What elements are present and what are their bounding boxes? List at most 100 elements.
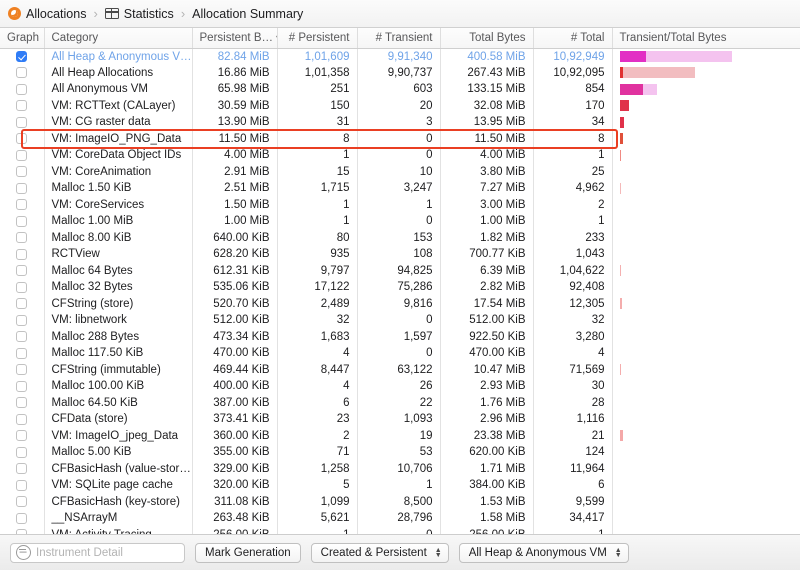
graph-checkbox[interactable] — [16, 413, 28, 425]
column-header-total-bytes[interactable]: Total Bytes — [440, 28, 534, 49]
graph-cell[interactable] — [0, 180, 45, 197]
graph-cell[interactable] — [0, 147, 45, 164]
graph-cell[interactable] — [0, 114, 45, 131]
column-header-total[interactable]: # Total — [533, 28, 613, 49]
graph-cell[interactable] — [0, 411, 45, 428]
table-row[interactable]: Malloc 1.00 MiB 1.00 MiB 1 0 1.00 MiB 1 — [0, 213, 800, 230]
graph-cell[interactable] — [0, 493, 45, 510]
column-header-category[interactable]: Category — [44, 28, 193, 49]
graph-checkbox[interactable] — [16, 380, 28, 392]
graph-checkbox[interactable] — [16, 133, 28, 145]
graph-checkbox[interactable] — [16, 314, 28, 326]
graph-checkbox[interactable] — [16, 100, 28, 112]
graph-checkbox[interactable] — [16, 479, 28, 491]
graph-cell[interactable] — [0, 130, 45, 147]
graph-cell[interactable] — [0, 97, 45, 114]
table-row[interactable]: VM: CoreData Object IDs 4.00 MiB 1 0 4.00 Mi… — [0, 147, 800, 164]
graph-cell[interactable] — [0, 229, 45, 246]
graph-cell[interactable] — [0, 279, 45, 296]
table-row[interactable]: Malloc 117.50 KiB 470.00 KiB 4 0 470.00 KiB 4 — [0, 345, 800, 362]
graph-checkbox[interactable] — [16, 50, 28, 62]
table-row[interactable]: All Heap & Anonymous V… 82.84 MiB 1,01,609… — [0, 48, 800, 65]
graph-cell[interactable] — [0, 48, 45, 65]
column-header-persistent-b[interactable]: Persistent B…▾ — [192, 28, 278, 49]
table-row[interactable]: RCTView 628.20 KiB 935 108 700.77 KiB 1,043 — [0, 246, 800, 263]
graph-cell[interactable] — [0, 163, 45, 180]
graph-cell[interactable] — [0, 345, 45, 362]
table-row[interactable]: Malloc 64.50 KiB 387.00 KiB 6 22 1.76 MiB 28 — [0, 394, 800, 411]
graph-cell[interactable] — [0, 526, 45, 534]
graph-cell[interactable] — [0, 394, 45, 411]
graph-checkbox[interactable] — [16, 199, 28, 211]
table-row[interactable]: __NSArrayM 263.48 KiB 5,621 28,796 1.58 MiB 3… — [0, 510, 800, 527]
breadcrumb-item-statistics[interactable]: Statistics — [104, 7, 174, 21]
graph-checkbox[interactable] — [16, 364, 28, 376]
table-row[interactable]: CFData (store) 373.41 KiB 23 1,093 2.96 MiB 1… — [0, 411, 800, 428]
graph-checkbox[interactable] — [16, 397, 28, 409]
graph-cell[interactable] — [0, 213, 45, 230]
table-row[interactable]: VM: ImageIO_jpeg_Data 360.00 KiB 2 19 23.38 … — [0, 427, 800, 444]
table-row[interactable]: VM: RCTText (CALayer) 30.59 MiB 150 20 32.08… — [0, 97, 800, 114]
graph-checkbox[interactable] — [16, 463, 28, 475]
graph-checkbox[interactable] — [16, 166, 28, 178]
graph-checkbox[interactable] — [16, 215, 28, 227]
graph-cell[interactable] — [0, 262, 45, 279]
graph-checkbox[interactable] — [16, 430, 28, 442]
graph-checkbox[interactable] — [16, 248, 28, 260]
table-row[interactable]: CFString (immutable) 469.44 KiB 8,447 63,12… — [0, 361, 800, 378]
column-header-transient[interactable]: # Transient — [357, 28, 441, 49]
breadcrumb-item-allocations[interactable]: Allocations — [8, 7, 86, 21]
graph-checkbox[interactable] — [16, 182, 28, 194]
column-header-transient-total-bytes[interactable]: Transient/Total Bytes — [612, 28, 800, 49]
table-row[interactable]: All Heap Allocations 16.86 MiB 1,01,358 9,9… — [0, 64, 800, 81]
graph-cell[interactable] — [0, 361, 45, 378]
column-header-graph[interactable]: Graph — [0, 28, 45, 49]
allocation-lifespan-popup[interactable]: Created & Persistent ▲ ▼ — [310, 542, 449, 563]
table-row[interactable]: VM: libnetwork 512.00 KiB 32 0 512.00 KiB 32 — [0, 312, 800, 329]
graph-cell[interactable] — [0, 477, 45, 494]
table-row[interactable]: Malloc 5.00 KiB 355.00 KiB 71 53 620.00 KiB 1… — [0, 444, 800, 461]
mark-generation-button[interactable]: Mark Generation — [195, 542, 301, 563]
graph-cell[interactable] — [0, 81, 45, 98]
graph-cell[interactable] — [0, 196, 45, 213]
table-row[interactable]: CFBasicHash (value-stor… 329.00 KiB 1,258 1… — [0, 460, 800, 477]
table-row[interactable]: Malloc 32 Bytes 535.06 KiB 17,122 75,286 2.8… — [0, 279, 800, 296]
breadcrumb-item-allocation-summary[interactable]: Allocation Summary — [192, 7, 303, 21]
graph-cell[interactable] — [0, 295, 45, 312]
graph-cell[interactable] — [0, 427, 45, 444]
graph-checkbox[interactable] — [16, 347, 28, 359]
graph-cell[interactable] — [0, 328, 45, 345]
graph-checkbox[interactable] — [16, 67, 28, 79]
graph-checkbox[interactable] — [16, 512, 28, 524]
graph-checkbox[interactable] — [16, 298, 28, 310]
table-row[interactable]: Malloc 288 Bytes 473.34 KiB 1,683 1,597 922.… — [0, 328, 800, 345]
graph-cell[interactable] — [0, 246, 45, 263]
table-row[interactable]: Malloc 100.00 KiB 400.00 KiB 4 26 2.93 MiB 30 — [0, 378, 800, 395]
graph-checkbox[interactable] — [16, 149, 28, 161]
graph-cell[interactable] — [0, 510, 45, 527]
table-row[interactable]: VM: CoreServices 1.50 MiB 1 1 3.00 MiB 2 — [0, 196, 800, 213]
column-header-persistent[interactable]: # Persistent — [277, 28, 358, 49]
instrument-detail-field[interactable]: Instrument Detail — [10, 542, 185, 563]
graph-checkbox[interactable] — [16, 446, 28, 458]
table-row[interactable]: VM: CG raster data 13.90 MiB 31 3 13.95 MiB 3… — [0, 114, 800, 131]
table-row[interactable]: VM: Activity Tracing256.00 KiB10256.00 K… — [0, 526, 800, 534]
table-row[interactable]: Malloc 8.00 KiB 640.00 KiB 80 153 1.82 MiB 23… — [0, 229, 800, 246]
allocation-type-popup[interactable]: All Heap & Anonymous VM ▲ ▼ — [458, 542, 629, 563]
graph-checkbox[interactable] — [16, 116, 28, 128]
graph-checkbox[interactable] — [16, 265, 28, 277]
table-row[interactable]: VM: CoreAnimation 2.91 MiB 15 10 3.80 MiB 25 — [0, 163, 800, 180]
table-row[interactable]: CFBasicHash (key-store) 311.08 KiB 1,099 8,… — [0, 493, 800, 510]
graph-cell[interactable] — [0, 64, 45, 81]
graph-checkbox[interactable] — [16, 281, 28, 293]
graph-checkbox[interactable] — [16, 496, 28, 508]
graph-checkbox[interactable] — [16, 232, 28, 244]
table-row[interactable]: All Anonymous VM 65.98 MiB 251 603 133.15 Mi… — [0, 81, 800, 98]
graph-cell[interactable] — [0, 444, 45, 461]
graph-cell[interactable] — [0, 312, 45, 329]
table-row[interactable]: CFString (store) 520.70 KiB 2,489 9,816 17.5… — [0, 295, 800, 312]
table-row[interactable]: VM: ImageIO_PNG_Data 11.50 MiB 8 0 11.50 MiB… — [0, 130, 800, 147]
filter-icon[interactable] — [16, 545, 31, 560]
graph-cell[interactable] — [0, 378, 45, 395]
allocation-summary-table-container[interactable]: Graph Category Persistent B…▾ # Persistent #… — [0, 28, 800, 534]
